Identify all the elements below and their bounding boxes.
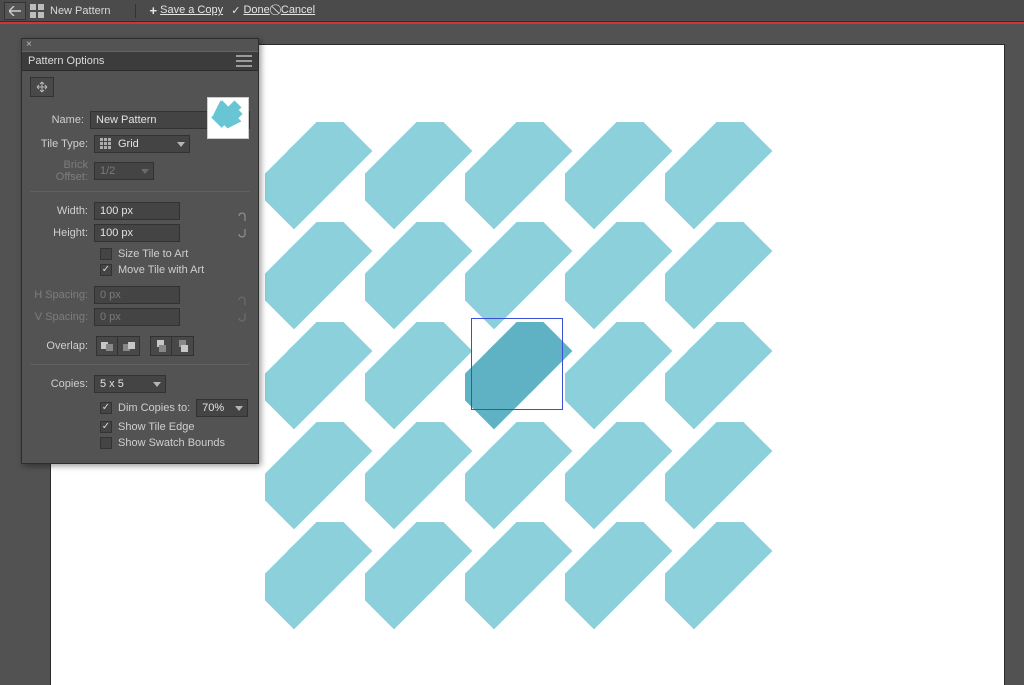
brickoffset-select: 1/2 — [94, 162, 154, 180]
tile-preview-thumb — [207, 97, 249, 139]
cancel-link[interactable]: Cancel — [281, 4, 315, 16]
tiletype-select[interactable]: Grid — [94, 135, 190, 153]
move-tile-checkbox-row[interactable]: ✓ Move Tile with Art — [100, 264, 250, 276]
vspacing-input: 0 px — [94, 308, 180, 326]
pattern-tile — [478, 435, 578, 535]
dim-copies-label: Dim Copies to: — [118, 402, 190, 414]
app-topbar: New Pattern +Save a Copy ✓Done ⃠Cancel — [0, 0, 1024, 22]
checkbox-checked-icon: ✓ — [100, 264, 112, 276]
pattern-tile — [578, 435, 678, 535]
panel-title: Pattern Options — [28, 55, 104, 67]
pattern-tile — [578, 335, 678, 435]
dim-copies-select[interactable]: 70% — [196, 399, 248, 417]
overlap-left-front-button[interactable] — [96, 336, 118, 356]
pattern-tile — [678, 535, 778, 635]
pattern-tile — [678, 335, 778, 435]
pattern-tile — [278, 135, 378, 235]
done-link[interactable]: Done — [243, 4, 269, 16]
overlap-bottom-front-button[interactable] — [172, 336, 194, 356]
pattern-tile — [478, 335, 578, 435]
pattern-options-panel: × Pattern Options Name: New Pattern Tile… — [21, 38, 259, 464]
mode-indicator-bar — [0, 22, 1024, 24]
pattern-preview-grid — [278, 135, 778, 635]
divider — [30, 364, 250, 365]
show-tile-edge-label: Show Tile Edge — [118, 421, 194, 433]
grid-icon — [100, 138, 114, 150]
chevron-down-icon — [177, 142, 185, 147]
checkbox-icon — [100, 437, 112, 449]
tiletype-value: Grid — [118, 138, 139, 150]
save-copy-link[interactable]: Save a Copy — [160, 4, 223, 16]
checkbox-checked-icon: ✓ — [100, 421, 112, 433]
panel-close-button[interactable]: × — [22, 39, 258, 51]
pattern-tile — [378, 535, 478, 635]
dim-copies-checkbox-row[interactable]: ✓ Dim Copies to: 70% — [100, 399, 250, 417]
pattern-tile — [278, 335, 378, 435]
overlap-top-front-button[interactable] — [150, 336, 172, 356]
panel-menu-button[interactable] — [236, 55, 252, 67]
checkbox-icon — [100, 248, 112, 260]
panel-header: Pattern Options — [22, 51, 258, 71]
link-dimensions-icon[interactable] — [232, 209, 250, 241]
pattern-tile — [578, 535, 678, 635]
chevron-down-icon — [235, 406, 243, 411]
chevron-down-icon — [141, 169, 149, 174]
width-label: Width: — [30, 205, 94, 217]
separator — [135, 4, 136, 18]
copies-select[interactable]: 5 x 5 — [94, 375, 166, 393]
hspacing-label: H Spacing: — [30, 289, 94, 301]
width-input[interactable]: 100 px — [94, 202, 180, 220]
pattern-tile — [278, 235, 378, 335]
copies-label: Copies: — [30, 378, 94, 390]
link-spacing-icon — [232, 293, 250, 325]
overlap-buttons-v — [150, 336, 194, 356]
pattern-tile — [278, 435, 378, 535]
show-swatch-bounds-checkbox-row[interactable]: Show Swatch Bounds — [100, 437, 250, 449]
pattern-tile — [578, 135, 678, 235]
tiletype-label: Tile Type: — [30, 138, 94, 150]
copies-value: 5 x 5 — [100, 378, 124, 390]
pattern-tile — [478, 535, 578, 635]
name-label: Name: — [30, 114, 90, 126]
size-tile-checkbox-row[interactable]: Size Tile to Art — [100, 248, 250, 260]
back-button[interactable] — [4, 2, 26, 20]
chevron-down-icon — [153, 382, 161, 387]
checkbox-checked-icon: ✓ — [100, 402, 112, 414]
size-tile-label: Size Tile to Art — [118, 248, 188, 260]
pattern-tile — [478, 235, 578, 335]
pattern-tile — [678, 135, 778, 235]
dim-copies-value: 70% — [202, 402, 224, 414]
move-tile-label: Move Tile with Art — [118, 264, 204, 276]
hspacing-input: 0 px — [94, 286, 180, 304]
overlap-right-front-button[interactable] — [118, 336, 140, 356]
pattern-tile — [678, 435, 778, 535]
pattern-tile — [378, 335, 478, 435]
pattern-icon — [28, 3, 46, 19]
show-tile-edge-checkbox-row[interactable]: ✓ Show Tile Edge — [100, 421, 250, 433]
overlap-buttons-h — [96, 336, 140, 356]
pattern-tile — [278, 535, 378, 635]
brickoffset-value: 1/2 — [100, 165, 115, 177]
divider — [30, 191, 250, 192]
check-icon: ✓ — [231, 4, 240, 17]
pattern-tile — [678, 235, 778, 335]
tile-pivot-button[interactable] — [30, 77, 54, 97]
vspacing-label: V Spacing: — [30, 311, 94, 323]
pattern-tile — [578, 235, 678, 335]
pattern-tile — [378, 135, 478, 235]
pattern-tile — [378, 235, 478, 335]
overlap-label: Overlap: — [30, 340, 94, 352]
height-label: Height: — [30, 227, 94, 239]
topbar-title: New Pattern — [50, 5, 111, 17]
pattern-tile — [378, 435, 478, 535]
topbar-actions: +Save a Copy ✓Done ⃠Cancel — [150, 3, 318, 18]
brickoffset-label: Brick Offset: — [30, 159, 94, 183]
show-swatch-bounds-label: Show Swatch Bounds — [118, 437, 225, 449]
height-input[interactable]: 100 px — [94, 224, 180, 242]
plus-icon: + — [150, 3, 158, 18]
pattern-tile — [478, 135, 578, 235]
